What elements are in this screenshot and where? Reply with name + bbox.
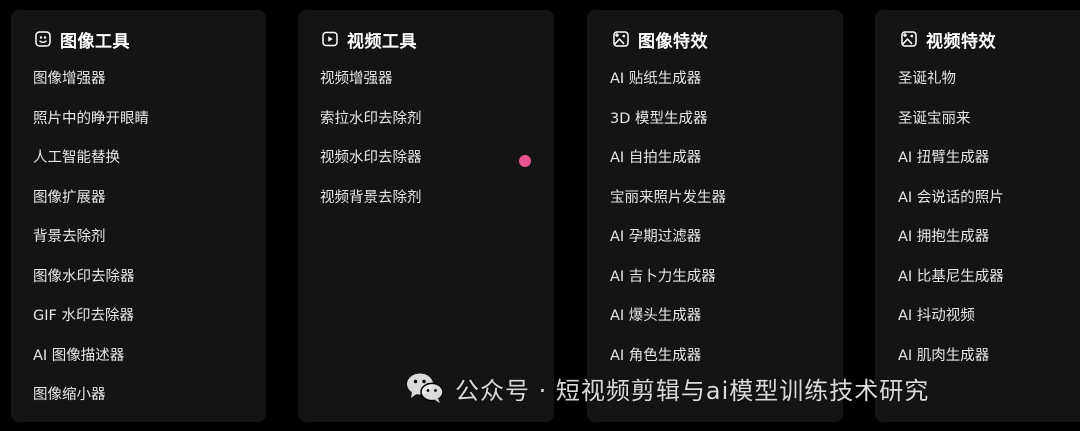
menu-item[interactable]: 索拉水印去除剂 [320, 108, 422, 148]
image-tool-icon [34, 30, 52, 48]
column-title: 视频工具 [347, 31, 417, 52]
menu-item[interactable]: AI 爆头生成器 [610, 305, 726, 345]
column-header: 视频特效 [900, 26, 996, 52]
column-header: 视频工具 [321, 26, 417, 52]
menu-item[interactable]: AI 吉卜力生成器 [610, 266, 726, 306]
column-video-effects: 视频特效 圣诞礼物 圣诞宝丽来 AI 扭臂生成器 AI 会说话的照片 AI 拥抱… [875, 10, 1080, 422]
menu-item[interactable]: AI 抖动视频 [898, 305, 1004, 345]
menu-item[interactable]: 宝丽来照片发生器 [610, 187, 726, 227]
menu-item[interactable]: AI 图像描述器 [33, 345, 149, 385]
menu-item[interactable]: 图像缩小器 [33, 384, 149, 422]
menu-item[interactable]: 视频增强器 [320, 68, 422, 108]
column-header: 图像工具 [34, 26, 130, 52]
menu-item[interactable]: AI 会说话的照片 [898, 187, 1004, 227]
column-video-tools: 视频工具 视频增强器 索拉水印去除剂 视频水印去除器 视频背景去除剂 [298, 10, 554, 422]
image-effect-icon [612, 30, 630, 48]
menu-item[interactable]: AI 比基尼生成器 [898, 266, 1004, 306]
video-effect-icon [900, 30, 918, 48]
column-item-list: 图像增强器 照片中的睁开眼睛 人工智能替换 图像扩展器 背景去除剂 图像水印去除… [33, 68, 149, 422]
menu-item[interactable]: AI 自拍生成器 [610, 147, 726, 187]
column-title: 图像特效 [638, 31, 708, 52]
tools-menu: 图像工具 图像增强器 照片中的睁开眼睛 人工智能替换 图像扩展器 背景去除剂 图… [0, 0, 1080, 431]
menu-item[interactable]: 视频背景去除剂 [320, 187, 422, 227]
menu-item[interactable]: 圣诞礼物 [898, 68, 1004, 108]
watermark: 公众号 · 短视频剪辑与ai模型训练技术研究 [405, 368, 929, 408]
column-header: 图像特效 [612, 26, 708, 52]
column-item-list: AI 贴纸生成器 3D 模型生成器 AI 自拍生成器 宝丽来照片发生器 AI 孕… [610, 68, 726, 384]
column-title: 图像工具 [60, 31, 130, 52]
column-item-list: 视频增强器 索拉水印去除剂 视频水印去除器 视频背景去除剂 [320, 68, 422, 226]
menu-item[interactable]: 照片中的睁开眼睛 [33, 108, 149, 148]
column-title: 视频特效 [926, 31, 996, 52]
menu-item[interactable]: 图像扩展器 [33, 187, 149, 227]
menu-item[interactable]: 人工智能替换 [33, 147, 149, 187]
menu-item[interactable]: 背景去除剂 [33, 226, 149, 266]
menu-item[interactable]: GIF 水印去除器 [33, 305, 149, 345]
menu-item[interactable]: 视频水印去除器 [320, 147, 422, 187]
menu-item[interactable]: AI 扭臂生成器 [898, 147, 1004, 187]
wechat-icon [405, 371, 445, 405]
watermark-text: 公众号 · 短视频剪辑与ai模型训练技术研究 [455, 376, 930, 405]
cursor-dot [519, 155, 531, 167]
column-image-effects: 图像特效 AI 贴纸生成器 3D 模型生成器 AI 自拍生成器 宝丽来照片发生器… [587, 10, 843, 422]
menu-item[interactable]: AI 贴纸生成器 [610, 68, 726, 108]
menu-item[interactable]: 图像增强器 [33, 68, 149, 108]
video-tool-icon [321, 30, 339, 48]
menu-item[interactable]: AI 孕期过滤器 [610, 226, 726, 266]
menu-item[interactable]: AI 拥抱生成器 [898, 226, 1004, 266]
menu-item[interactable]: 图像水印去除器 [33, 266, 149, 306]
menu-item[interactable]: 圣诞宝丽来 [898, 108, 1004, 148]
column-item-list: 圣诞礼物 圣诞宝丽来 AI 扭臂生成器 AI 会说话的照片 AI 拥抱生成器 A… [898, 68, 1004, 384]
column-image-tools: 图像工具 图像增强器 照片中的睁开眼睛 人工智能替换 图像扩展器 背景去除剂 图… [11, 10, 266, 422]
menu-item[interactable]: 3D 模型生成器 [610, 108, 726, 148]
